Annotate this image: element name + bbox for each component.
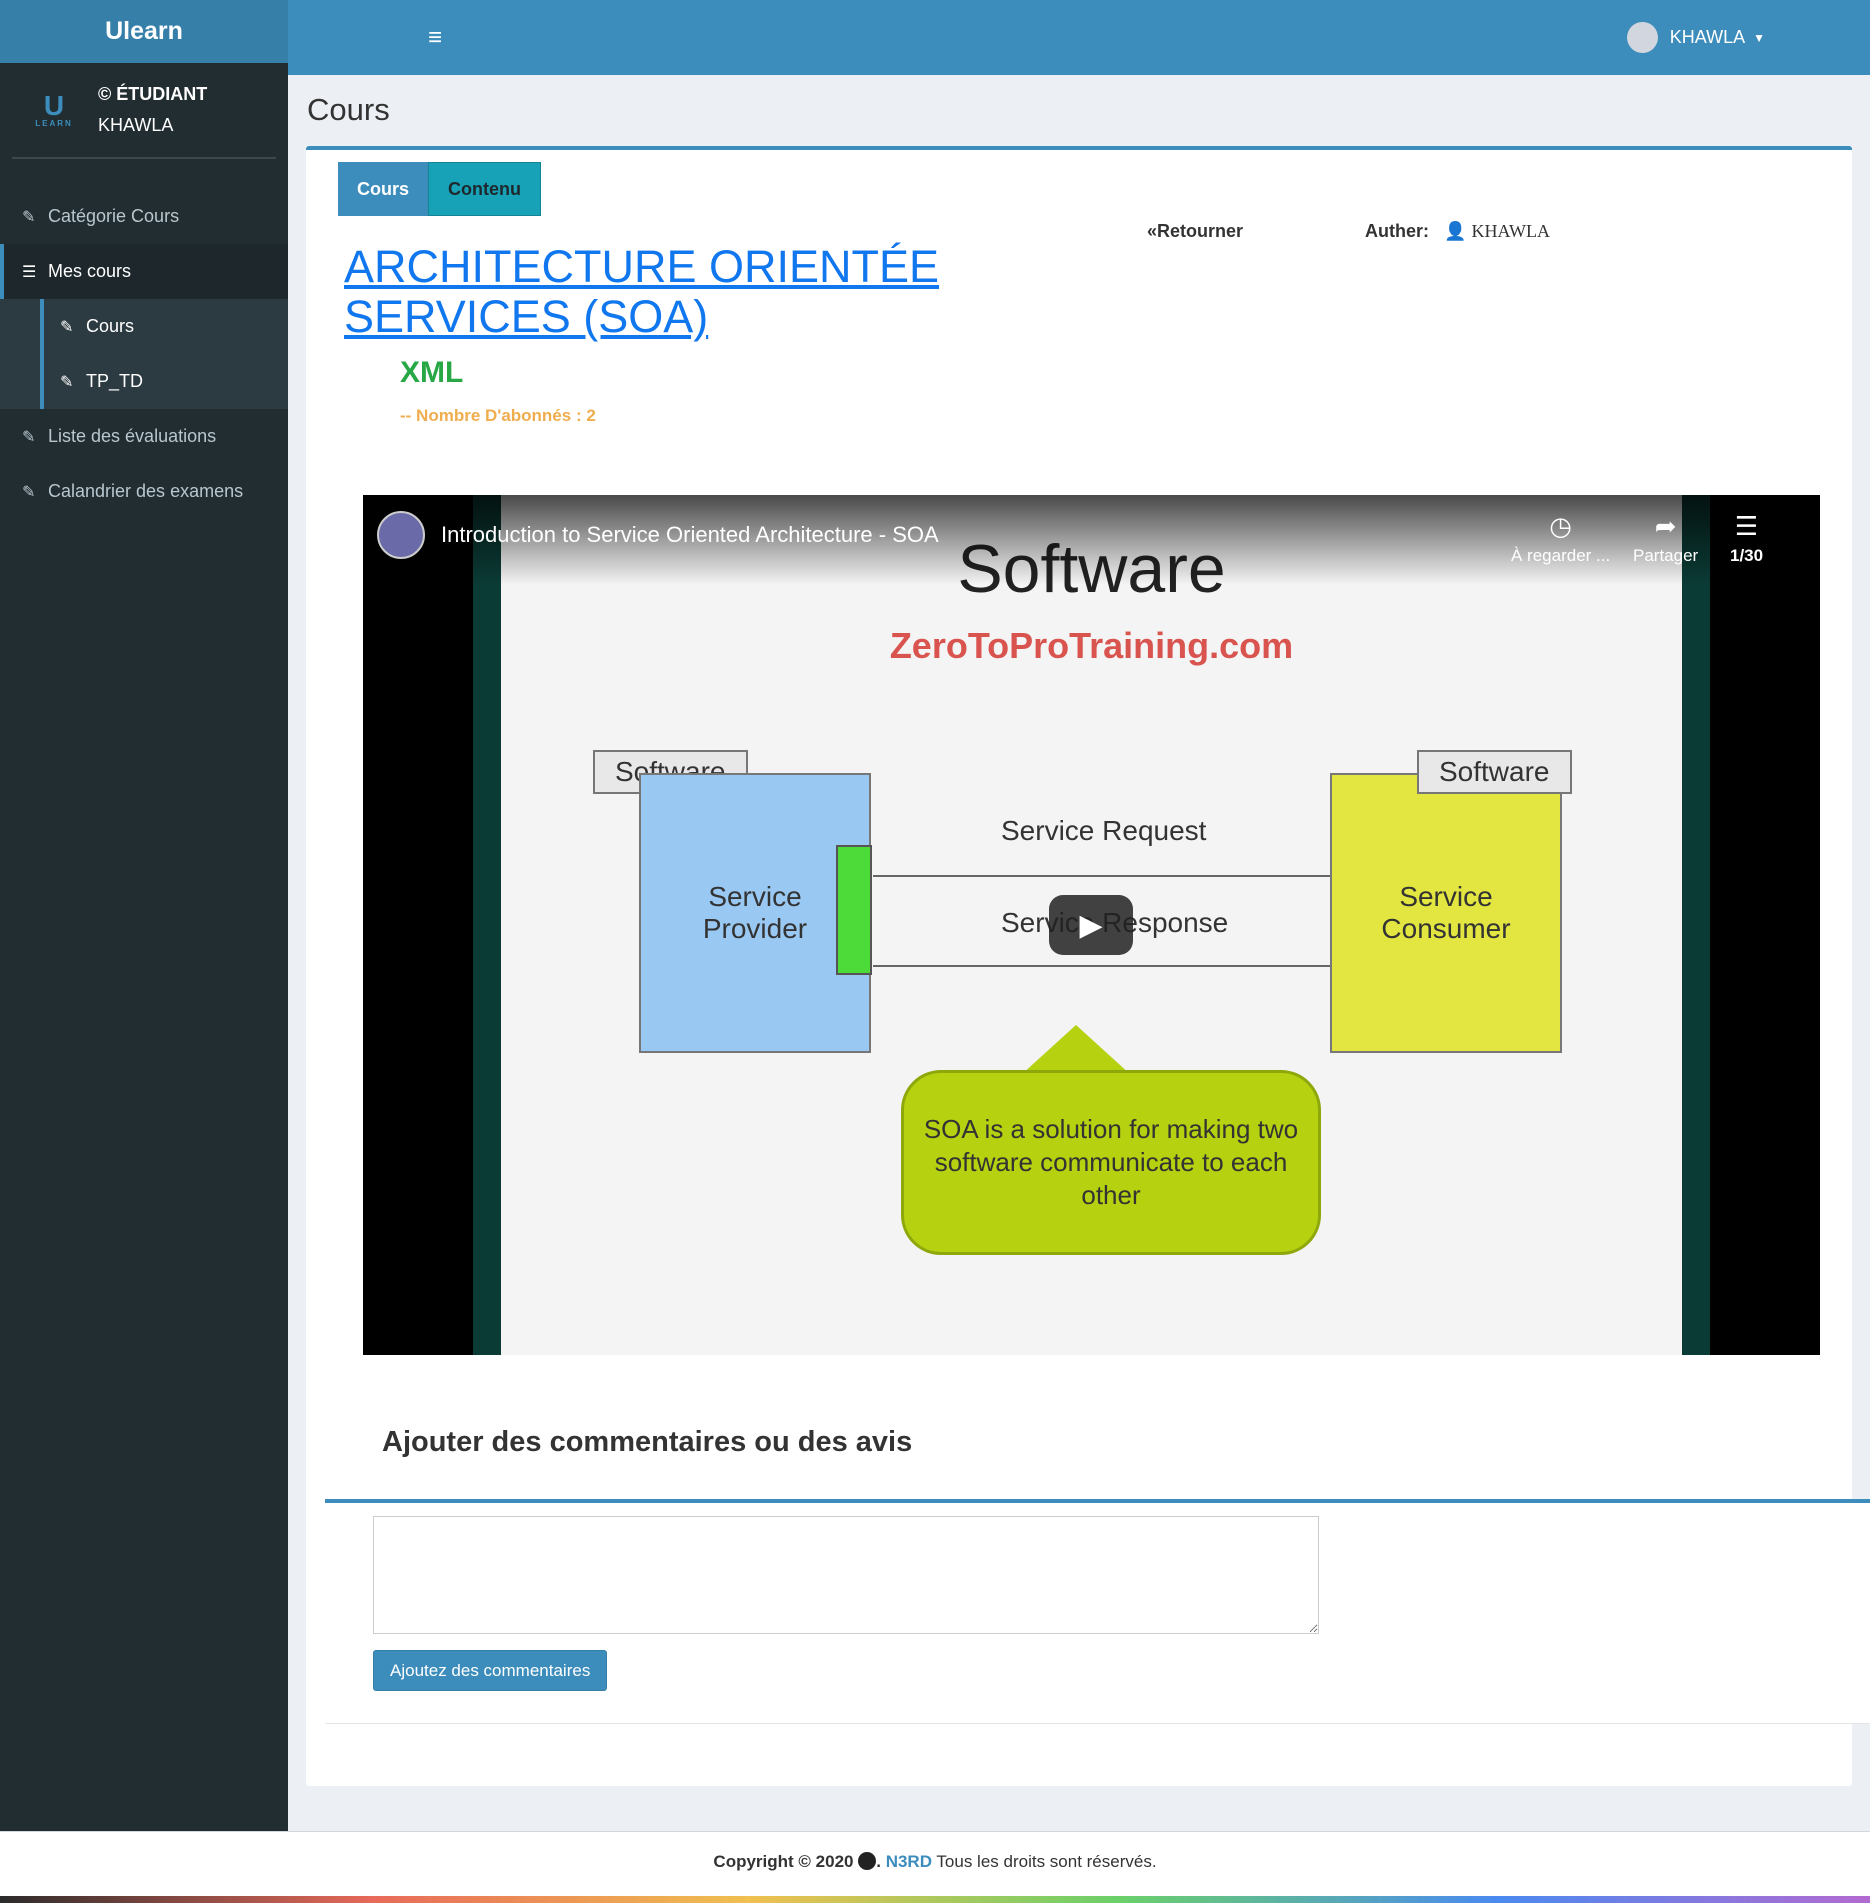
author-name: KHAWLA: [1471, 221, 1550, 241]
tab-cours[interactable]: Cours: [338, 162, 429, 216]
sidebar-item-evaluations[interactable]: ✎ Liste des évaluations: [0, 409, 288, 464]
watch-later-button[interactable]: ◷ À regarder ...: [1511, 511, 1610, 566]
playlist-icon: ☰: [1734, 511, 1759, 541]
slide-request-label: Service Request: [1001, 815, 1207, 846]
user-info: © ÉTUDIANT KHAWLA: [98, 84, 207, 136]
footer: Copyright © 2020 . N3RD Tous les droits …: [0, 1831, 1870, 1897]
top-navbar: ≡ KHAWLA ▼: [288, 0, 1870, 75]
sidebar-item-tp-td[interactable]: ✎ TP_TD: [40, 354, 288, 409]
clock-icon: ◷: [1549, 511, 1572, 541]
video-player[interactable]: Software ZeroToProTraining.com Software …: [363, 495, 1820, 1355]
app-logo[interactable]: Ulearn: [0, 0, 288, 63]
app-name: Ulearn: [105, 17, 183, 45]
video-title[interactable]: Introduction to Service Oriented Archite…: [441, 522, 939, 548]
edit-icon: ✎: [22, 208, 36, 226]
comments-title: Ajouter des commentaires ou des avis: [382, 1426, 913, 1458]
edit-icon: ✎: [60, 373, 74, 391]
play-icon: ▶: [1079, 908, 1103, 942]
edit-icon: ✎: [60, 318, 74, 336]
user-role: © ÉTUDIANT: [98, 84, 208, 104]
user-icon: 👤: [1444, 221, 1467, 241]
list-icon: ☰: [22, 263, 37, 281]
sidebar-item-categorie-cours[interactable]: ✎ Catégorie Cours: [0, 189, 288, 244]
back-link[interactable]: «Retourner: [1147, 221, 1243, 242]
double-chevron-left-icon: «: [1147, 221, 1158, 241]
course-subtitle: XML: [400, 356, 464, 389]
playlist-button[interactable]: ☰ 1/30: [1730, 511, 1763, 566]
caret-down-icon: ▼: [1753, 30, 1765, 45]
channel-avatar[interactable]: [377, 511, 425, 559]
course-tabs: Cours Contenu: [338, 162, 541, 216]
edit-icon: ✎: [22, 483, 36, 501]
user-name: KHAWLA: [98, 115, 174, 135]
sidebar-item-mes-cours[interactable]: ☰ Mes cours: [0, 244, 288, 299]
footer-rights: Tous les droits sont réservés.: [936, 1852, 1157, 1871]
slide-url: ZeroToProTraining.com: [889, 625, 1294, 666]
subscribers-count: -- Nombre D'abonnés : 2: [400, 406, 596, 425]
user-panel: U LEARN © ÉTUDIANT KHAWLA: [12, 63, 276, 159]
author-label: Auther:: [1365, 221, 1429, 241]
comment-input[interactable]: [373, 1516, 1319, 1634]
slide-software-label-right: Software: [1417, 750, 1572, 794]
sidebar-item-cours[interactable]: ✎ Cours: [40, 299, 288, 354]
slide-request-arrow: [873, 875, 1330, 877]
course-title-link[interactable]: ARCHITECTURE ORIENTÉE SERVICES (SOA): [344, 242, 984, 342]
footer-rainbow-bar: [0, 1896, 1870, 1903]
edit-icon: ✎: [22, 428, 36, 446]
slide-bubble-tip: [1021, 1025, 1131, 1075]
footer-brand-link[interactable]: N3RD: [886, 1852, 932, 1871]
tab-contenu[interactable]: Contenu: [428, 162, 541, 216]
author-info: Auther: 👤 KHAWLA: [1365, 221, 1550, 242]
slide-service-strip: [836, 845, 872, 975]
ulearn-logo-icon: U LEARN: [35, 90, 73, 128]
sidebar: Ulearn U LEARN © ÉTUDIANT KHAWLA ✎ Catég…: [0, 0, 288, 1831]
sidebar-item-calendrier[interactable]: ✎ Calandrier des examens: [0, 464, 288, 519]
slide-bubble: SOA is a solution for making two softwar…: [901, 1070, 1321, 1255]
comments-form: Ajoutez des commentaires: [325, 1499, 1870, 1724]
share-button[interactable]: ➦ Partager: [1633, 511, 1698, 566]
footer-copyright: Copyright © 2020: [713, 1852, 854, 1871]
add-comment-button[interactable]: Ajoutez des commentaires: [373, 1650, 608, 1691]
user-dropdown[interactable]: KHAWLA ▼: [1626, 22, 1765, 53]
sidebar-menu: ✎ Catégorie Cours ☰ Mes cours ✎ Cours ✎ …: [0, 189, 288, 519]
avatar: [1626, 22, 1658, 53]
nerd-logo-icon: [858, 1852, 877, 1870]
submenu-mes-cours: ✎ Cours ✎ TP_TD: [0, 299, 288, 409]
header-username: KHAWLA: [1669, 27, 1746, 47]
slide-response-arrow: [873, 965, 1330, 967]
page-title: Cours: [307, 92, 390, 127]
menu-toggle-icon[interactable]: ≡: [428, 24, 442, 52]
share-icon: ➦: [1654, 511, 1677, 541]
slide-consumer-box: Service Consumer: [1330, 773, 1562, 1053]
play-button[interactable]: ▶: [1049, 895, 1133, 955]
course-box: Cours Contenu «Retourner Auther: 👤 KHAWL…: [306, 146, 1870, 1786]
